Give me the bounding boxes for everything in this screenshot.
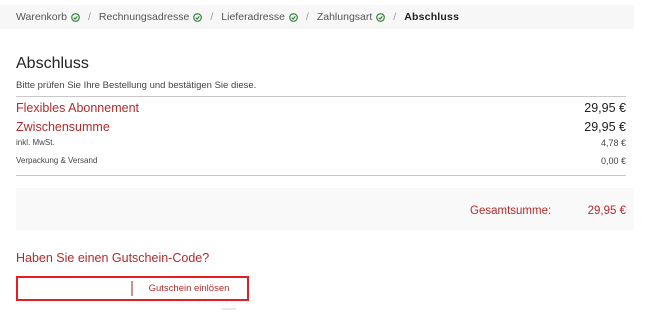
page-subtitle: Bitte prüfen Sie Ihre Bestellung und bes… [16, 80, 257, 91]
breadcrumb-separator: / [87, 11, 91, 23]
tax-value: 4,78 € [600, 138, 626, 148]
tax-label: inkl. MwSt. [16, 138, 55, 147]
breadcrumb-current: Abschluss [404, 11, 460, 23]
check-circle-icon [376, 12, 386, 22]
total-label: Gesamtsumme: [470, 205, 552, 217]
breadcrumb-separator: / [210, 11, 214, 23]
divider-fragment [222, 308, 236, 310]
breadcrumb-step-lieferadresse[interactable]: Lieferadresse [221, 11, 298, 23]
total-value: 29,95 € [587, 205, 626, 217]
redeem-voucher-button[interactable]: Gutschein einlösen [134, 280, 244, 297]
shipping-value: 0,00 € [600, 156, 626, 166]
breadcrumb: Warenkorb / Rechnungsadresse / Lieferadr… [0, 5, 634, 29]
product-label: Flexibles Abonnement [16, 101, 139, 115]
breadcrumb-step-label[interactable]: Lieferadresse [221, 11, 285, 23]
product-price: 29,95 € [584, 101, 626, 115]
voucher-code-input[interactable] [20, 280, 128, 297]
breadcrumb-step-rechnungsadresse[interactable]: Rechnungsadresse [99, 11, 203, 23]
breadcrumb-step-label[interactable]: Rechnungsadresse [99, 11, 189, 23]
check-circle-icon [71, 12, 80, 22]
page-title: Abschluss [16, 55, 89, 72]
voucher-heading: Haben Sie einen Gutschein-Code? [16, 251, 210, 265]
breadcrumb-step-label[interactable]: Warenkorb [16, 11, 67, 23]
breadcrumb-step-warenkorb[interactable]: Warenkorb [16, 11, 80, 23]
breadcrumb-separator: / [393, 11, 397, 23]
voucher-input-divider [131, 281, 133, 296]
subtotal-label: Zwischensumme [16, 120, 110, 134]
breadcrumb-step-label[interactable]: Zahlungsart [317, 11, 372, 23]
breadcrumb-step-zahlungsart[interactable]: Zahlungsart [317, 11, 386, 23]
summary-divider-top [16, 96, 626, 97]
breadcrumb-separator: / [305, 11, 309, 23]
subtotal-value: 29,95 € [584, 120, 626, 134]
check-circle-icon [193, 12, 203, 22]
summary-divider-bottom [16, 175, 626, 176]
check-circle-icon [289, 12, 298, 22]
shipping-label: Verpackung & Versand [16, 156, 98, 165]
